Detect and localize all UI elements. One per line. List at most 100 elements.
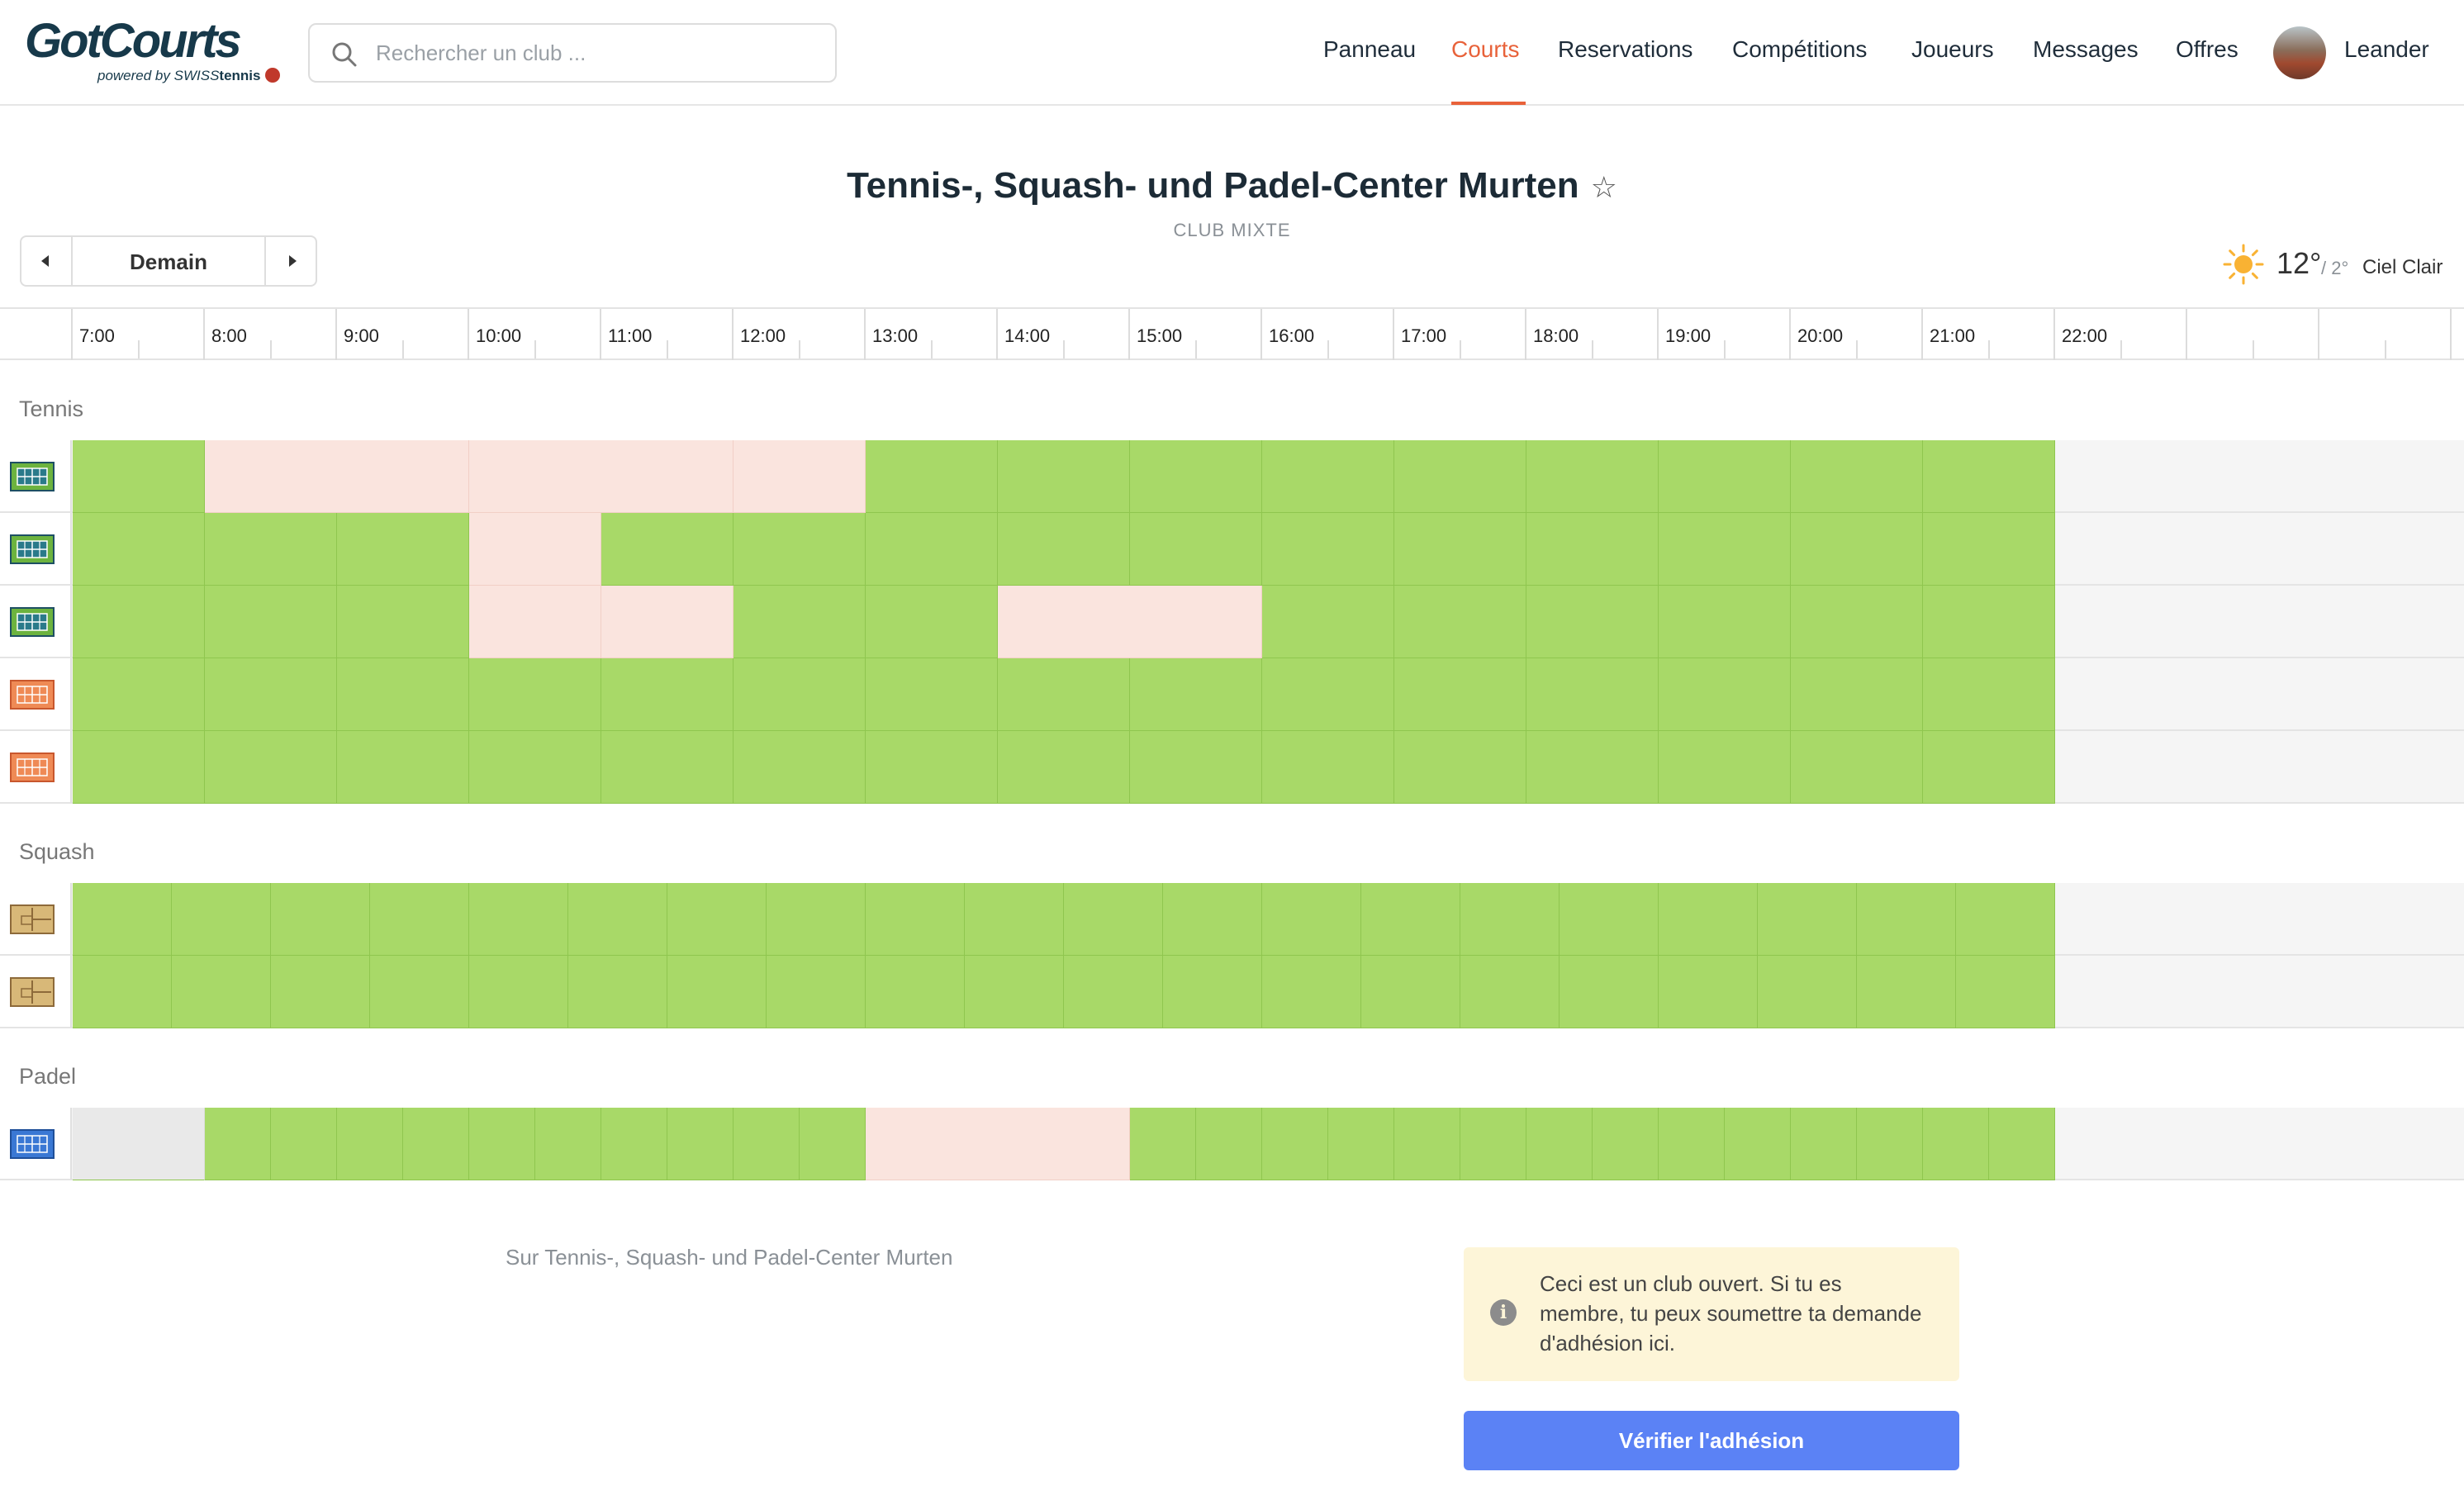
free-slot[interactable] (172, 956, 271, 1028)
free-slot[interactable] (469, 883, 568, 956)
free-slot[interactable] (1659, 883, 1758, 956)
nav-item-reservations[interactable]: Reservations (1558, 36, 1693, 63)
free-slot[interactable] (370, 956, 469, 1028)
free-slot[interactable] (667, 1108, 734, 1180)
free-slot[interactable] (1394, 440, 1526, 513)
free-slot[interactable] (1526, 731, 1659, 804)
free-slot[interactable] (1262, 1108, 1328, 1180)
free-slot[interactable] (1262, 586, 1394, 658)
free-slot[interactable] (601, 658, 734, 731)
free-slot[interactable] (1262, 883, 1361, 956)
free-slot[interactable] (1064, 956, 1163, 1028)
free-slot[interactable] (1791, 731, 1923, 804)
nav-item-competitions[interactable]: Compétitions (1732, 36, 1867, 63)
free-slot[interactable] (73, 956, 172, 1028)
free-slot[interactable] (1361, 956, 1460, 1028)
free-slot[interactable] (1262, 513, 1394, 586)
free-slot[interactable] (469, 658, 601, 731)
free-slot[interactable] (1130, 1108, 1196, 1180)
free-slot[interactable] (535, 1108, 601, 1180)
club-search-box[interactable] (308, 23, 837, 83)
free-slot[interactable] (1361, 883, 1460, 956)
free-slot[interactable] (568, 883, 667, 956)
free-slot[interactable] (469, 956, 568, 1028)
free-slot[interactable] (568, 956, 667, 1028)
free-slot[interactable] (337, 1108, 403, 1180)
gotcourts-logo[interactable]: GotCourts powered by SWISStennis (25, 13, 281, 88)
free-slot[interactable] (1526, 1108, 1593, 1180)
free-slot[interactable] (866, 956, 965, 1028)
free-slot[interactable] (734, 1108, 800, 1180)
free-slot[interactable] (1196, 1108, 1262, 1180)
free-slot[interactable] (1064, 883, 1163, 956)
free-slot[interactable] (1163, 883, 1262, 956)
free-slot[interactable] (998, 731, 1130, 804)
free-slot[interactable] (469, 731, 601, 804)
free-slot[interactable] (998, 513, 1130, 586)
free-slot[interactable] (1394, 1108, 1460, 1180)
free-slot[interactable] (337, 513, 469, 586)
free-slot[interactable] (1659, 513, 1791, 586)
free-slot[interactable] (998, 658, 1130, 731)
free-slot[interactable] (767, 956, 866, 1028)
free-slot[interactable] (1560, 956, 1659, 1028)
free-slot[interactable] (866, 658, 998, 731)
avatar[interactable] (2273, 26, 2326, 79)
free-slot[interactable] (1923, 440, 2055, 513)
free-slot[interactable] (866, 883, 965, 956)
free-slot[interactable] (1262, 731, 1394, 804)
booked-slot[interactable] (469, 586, 601, 658)
booked-slot[interactable] (469, 440, 734, 513)
free-slot[interactable] (1460, 956, 1560, 1028)
free-slot[interactable] (1956, 956, 2055, 1028)
court-icon-cell[interactable] (0, 956, 72, 1028)
free-slot[interactable] (1791, 440, 1923, 513)
free-slot[interactable] (205, 513, 337, 586)
free-slot[interactable] (1560, 883, 1659, 956)
court-icon-cell[interactable] (0, 586, 72, 658)
free-slot[interactable] (1791, 513, 1923, 586)
date-label[interactable]: Demain (73, 249, 264, 275)
free-slot[interactable] (1394, 731, 1526, 804)
free-slot[interactable] (73, 883, 172, 956)
free-slot[interactable] (734, 513, 866, 586)
free-slot[interactable] (1659, 956, 1758, 1028)
free-slot[interactable] (1659, 658, 1791, 731)
free-slot[interactable] (1130, 513, 1262, 586)
free-slot[interactable] (1526, 658, 1659, 731)
free-slot[interactable] (271, 956, 370, 1028)
booked-slot[interactable] (734, 440, 866, 513)
free-slot[interactable] (271, 1108, 337, 1180)
free-slot[interactable] (1923, 1108, 1989, 1180)
free-slot[interactable] (337, 658, 469, 731)
free-slot[interactable] (1394, 513, 1526, 586)
free-slot[interactable] (1791, 658, 1923, 731)
favorite-star-icon[interactable]: ☆ (1591, 170, 1617, 204)
free-slot[interactable] (271, 883, 370, 956)
free-slot[interactable] (866, 731, 998, 804)
free-slot[interactable] (800, 1108, 866, 1180)
free-slot[interactable] (205, 658, 337, 731)
free-slot[interactable] (1857, 883, 1956, 956)
free-slot[interactable] (767, 883, 866, 956)
free-slot[interactable] (601, 731, 734, 804)
court-icon-cell[interactable] (0, 658, 72, 731)
next-day-button[interactable] (264, 237, 316, 285)
free-slot[interactable] (1328, 1108, 1394, 1180)
court-icon-cell[interactable] (0, 731, 72, 804)
free-slot[interactable] (403, 1108, 469, 1180)
free-slot[interactable] (1394, 658, 1526, 731)
free-slot[interactable] (1758, 956, 1857, 1028)
free-slot[interactable] (1659, 440, 1791, 513)
free-slot[interactable] (337, 586, 469, 658)
free-slot[interactable] (1659, 731, 1791, 804)
booked-slot[interactable] (601, 586, 734, 658)
free-slot[interactable] (205, 1108, 271, 1180)
free-slot[interactable] (205, 586, 337, 658)
free-slot[interactable] (172, 883, 271, 956)
free-slot[interactable] (1130, 440, 1262, 513)
free-slot[interactable] (1791, 586, 1923, 658)
free-slot[interactable] (1593, 1108, 1659, 1180)
free-slot[interactable] (205, 731, 337, 804)
free-slot[interactable] (1130, 731, 1262, 804)
